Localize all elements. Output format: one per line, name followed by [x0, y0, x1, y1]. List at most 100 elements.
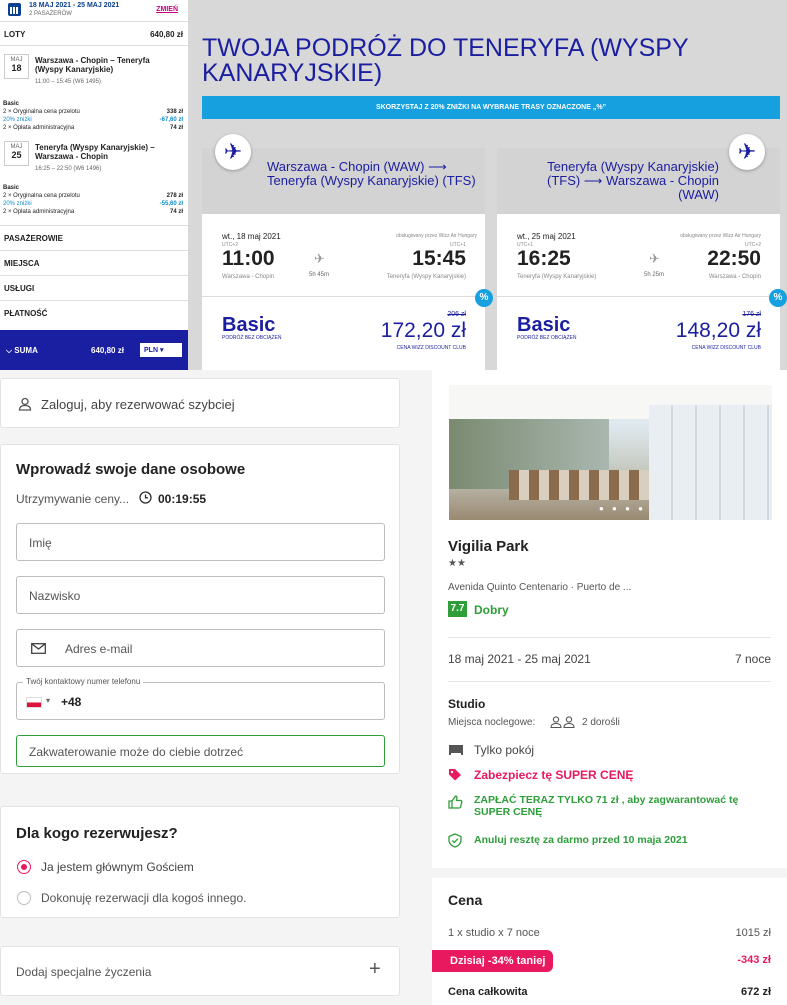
section-label: MIEJSCA: [4, 259, 40, 268]
plane-small-icon: ✈: [314, 251, 325, 266]
flights-total: 640,80 zł: [150, 30, 183, 39]
caret-down-icon: ▾: [159, 347, 164, 354]
hotel-name: Vigilia Park: [448, 538, 529, 555]
rating-label: Dobry: [474, 603, 509, 617]
section-gap: [432, 868, 787, 878]
special-requests-box[interactable]: Dodaj specjalne życzenia +: [0, 946, 400, 996]
outbound-route: Warszawa - Chopin – Teneryfa (Wyspy Kana…: [35, 56, 150, 74]
room-only: Tylko pokój: [474, 743, 535, 757]
card-date: wt., 25 maj 2021: [517, 232, 576, 241]
total-label: Cena całkowita: [448, 986, 528, 998]
shield-check-icon: [448, 833, 462, 848]
carousel-dots[interactable]: ● ● ● ●: [599, 504, 646, 513]
section-payment[interactable]: PŁATNOŚĆ: [0, 300, 188, 325]
old-price: 206 zł: [447, 311, 466, 318]
divider: [497, 296, 780, 297]
flights-row: LOTY 640,80 zł: [0, 22, 188, 46]
fare-line-label: 2 × Oryginalna cena przelotu: [3, 109, 80, 115]
fare-line-label: 20% zniżki: [3, 201, 32, 207]
cancel-free-note: Anuluj resztę za darmo przed 10 maja 202…: [474, 834, 688, 846]
phone-prefix: +48: [61, 695, 82, 709]
envelope-icon: [31, 643, 46, 654]
price: 172,20 zł: [380, 319, 466, 342]
other-guest-label[interactable]: Dokonuję rezerwacji dla kogoś innego.: [41, 891, 246, 905]
contact-note: Zakwaterowanie może do ciebie dotrzeć: [16, 735, 385, 767]
section-passengers[interactable]: PASAŻEROWIE: [0, 225, 188, 250]
other-guest-radio[interactable]: [17, 891, 31, 905]
inbound-fare-name: Basic: [3, 185, 20, 191]
outbound-fare: Basic 2 × Oryginalna cena przelotu 338 zł…: [0, 101, 188, 141]
main-guest-radio[interactable]: [17, 860, 31, 874]
today-discount-badge: Dzisiaj -34% taniej: [432, 950, 554, 972]
photo-tables: [509, 470, 659, 500]
divider: [202, 296, 485, 297]
fare-subtitle: PODRÓŻ BEZ OBCIĄŻEŃ: [517, 335, 577, 341]
outbound-time: 11:00 – 15:45 (W6 1495): [35, 79, 101, 85]
hotel-summary: ● ● ● ● Vigilia Park ★★ Avenida Quinto C…: [432, 370, 787, 1005]
arr-city: Teneryfa (Wyspy Kanaryjskie): [386, 274, 466, 280]
dep-city: Warszawa - Chopin: [222, 274, 275, 280]
flight-summary-panel: 18 MAJ 2021 - 25 MAJ 2021 2 PASAŻERÓW ZM…: [0, 0, 787, 370]
plus-icon[interactable]: +: [369, 958, 381, 981]
personal-details-card: Wprowadź swoje dane osobowe Utrzymywanie…: [0, 444, 400, 774]
fare-line-value: -67,60 zł: [159, 117, 183, 123]
fare-line-value: 278 zł: [166, 193, 183, 199]
passenger-count: 2 PASAŻERÓW: [29, 11, 72, 17]
phone-input[interactable]: Twój kontaktowy numer telefonu ▾ +48: [16, 677, 385, 720]
arr-time: 15:45: [412, 247, 466, 270]
fare-line-label: 20% zniżki: [3, 117, 32, 123]
section-services[interactable]: USŁUGI: [0, 275, 188, 300]
outbound-flight: MAJ 18 Warszawa - Chopin – Teneryfa (Wys…: [0, 46, 188, 101]
duration: 5h 45m: [309, 272, 330, 278]
flights-label: LOTY: [4, 30, 26, 39]
inbound-time: 16:25 – 22:50 (W6 1496): [35, 166, 102, 172]
club-label: CENA WIZZ DISCOUNT CLUB: [396, 345, 466, 351]
sum-value: 640,80 zł: [91, 346, 124, 355]
fare-line-label: 2 × Oryginalna cena przelotu: [3, 193, 80, 199]
section-seats[interactable]: MIEJSCA: [0, 250, 188, 275]
fare-line-label: 2 × Opłata administracyjna: [3, 125, 75, 131]
currency-select[interactable]: PLN ▾: [140, 343, 182, 357]
fare-line-discount: 20% zniżki -67,60 zł: [3, 117, 183, 125]
hold-label: Utrzymywanie ceny...: [16, 492, 130, 506]
email-input[interactable]: Adres e-mail: [16, 629, 385, 667]
arr-time: 22:50: [707, 247, 761, 270]
price-line-value: 1015 zł: [735, 927, 771, 939]
fare-line: 2 × Opłata administracyjna 74 zł: [3, 125, 183, 133]
fare-line-label: 2 × Opłata administracyjna: [3, 209, 75, 215]
dep-time: 16:25: [517, 247, 571, 270]
sum-label: ⌵ SUMA: [6, 346, 38, 355]
booking-form-panel: Zaloguj, aby rezerwować szybciej Wprowad…: [0, 370, 787, 1005]
first-name-input[interactable]: Imię: [16, 523, 385, 561]
trip-title: TWOJA PODRÓŻ DO TENERYFA (WYSPY KANARYJS…: [202, 34, 689, 87]
discount-badge: %: [769, 289, 787, 307]
outbound-fare-name: Basic: [3, 101, 20, 107]
plane-icon: ✈: [729, 134, 765, 170]
fare-line: 2 × Oryginalna cena przelotu 338 zł: [3, 109, 183, 117]
fare-name: Basic: [222, 314, 276, 336]
personal-title: Wprowadź swoje dane osobowe: [16, 461, 246, 478]
inbound-flight: MAJ 25 Teneryfa (Wyspy Kanaryjskie) – Wa…: [0, 141, 188, 185]
card-operator: obsługiwany przez Wizz Air Hungary: [680, 233, 761, 239]
sleeps-label: Miejsca noclegowe:: [448, 717, 536, 728]
caret-down-icon[interactable]: ▾: [46, 696, 50, 705]
sum-bar[interactable]: ⌵ SUMA 640,80 zł PLN ▾: [0, 330, 188, 370]
outbound-day: 18: [11, 63, 22, 73]
change-link[interactable]: ZMIEŃ: [156, 6, 178, 13]
divider: [448, 681, 771, 682]
photo-windows: [649, 405, 772, 520]
fare-line: 2 × Opłata administracyjna 74 zł: [3, 209, 183, 217]
hotel-address: Avenida Quinto Centenario · Puerto de ..…: [448, 582, 632, 593]
hotel-photo[interactable]: ● ● ● ●: [449, 385, 772, 520]
secure-price: Zabezpiecz tę SUPER CENĘ: [474, 768, 634, 782]
section-label: PŁATNOŚĆ: [4, 309, 48, 318]
inbound-date-box: MAJ 25: [4, 141, 29, 166]
last-name-input[interactable]: Nazwisko: [16, 576, 385, 614]
tag-icon: [449, 769, 461, 781]
poland-flag-icon[interactable]: [26, 697, 42, 708]
currency-value: PLN: [144, 347, 158, 354]
section-label: USŁUGI: [4, 284, 35, 293]
login-box[interactable]: Zaloguj, aby rezerwować szybciej: [0, 378, 400, 428]
main-guest-label[interactable]: Ja jestem głównym Gościem: [41, 860, 194, 874]
special-requests-label: Dodaj specjalne życzenia: [16, 965, 152, 979]
